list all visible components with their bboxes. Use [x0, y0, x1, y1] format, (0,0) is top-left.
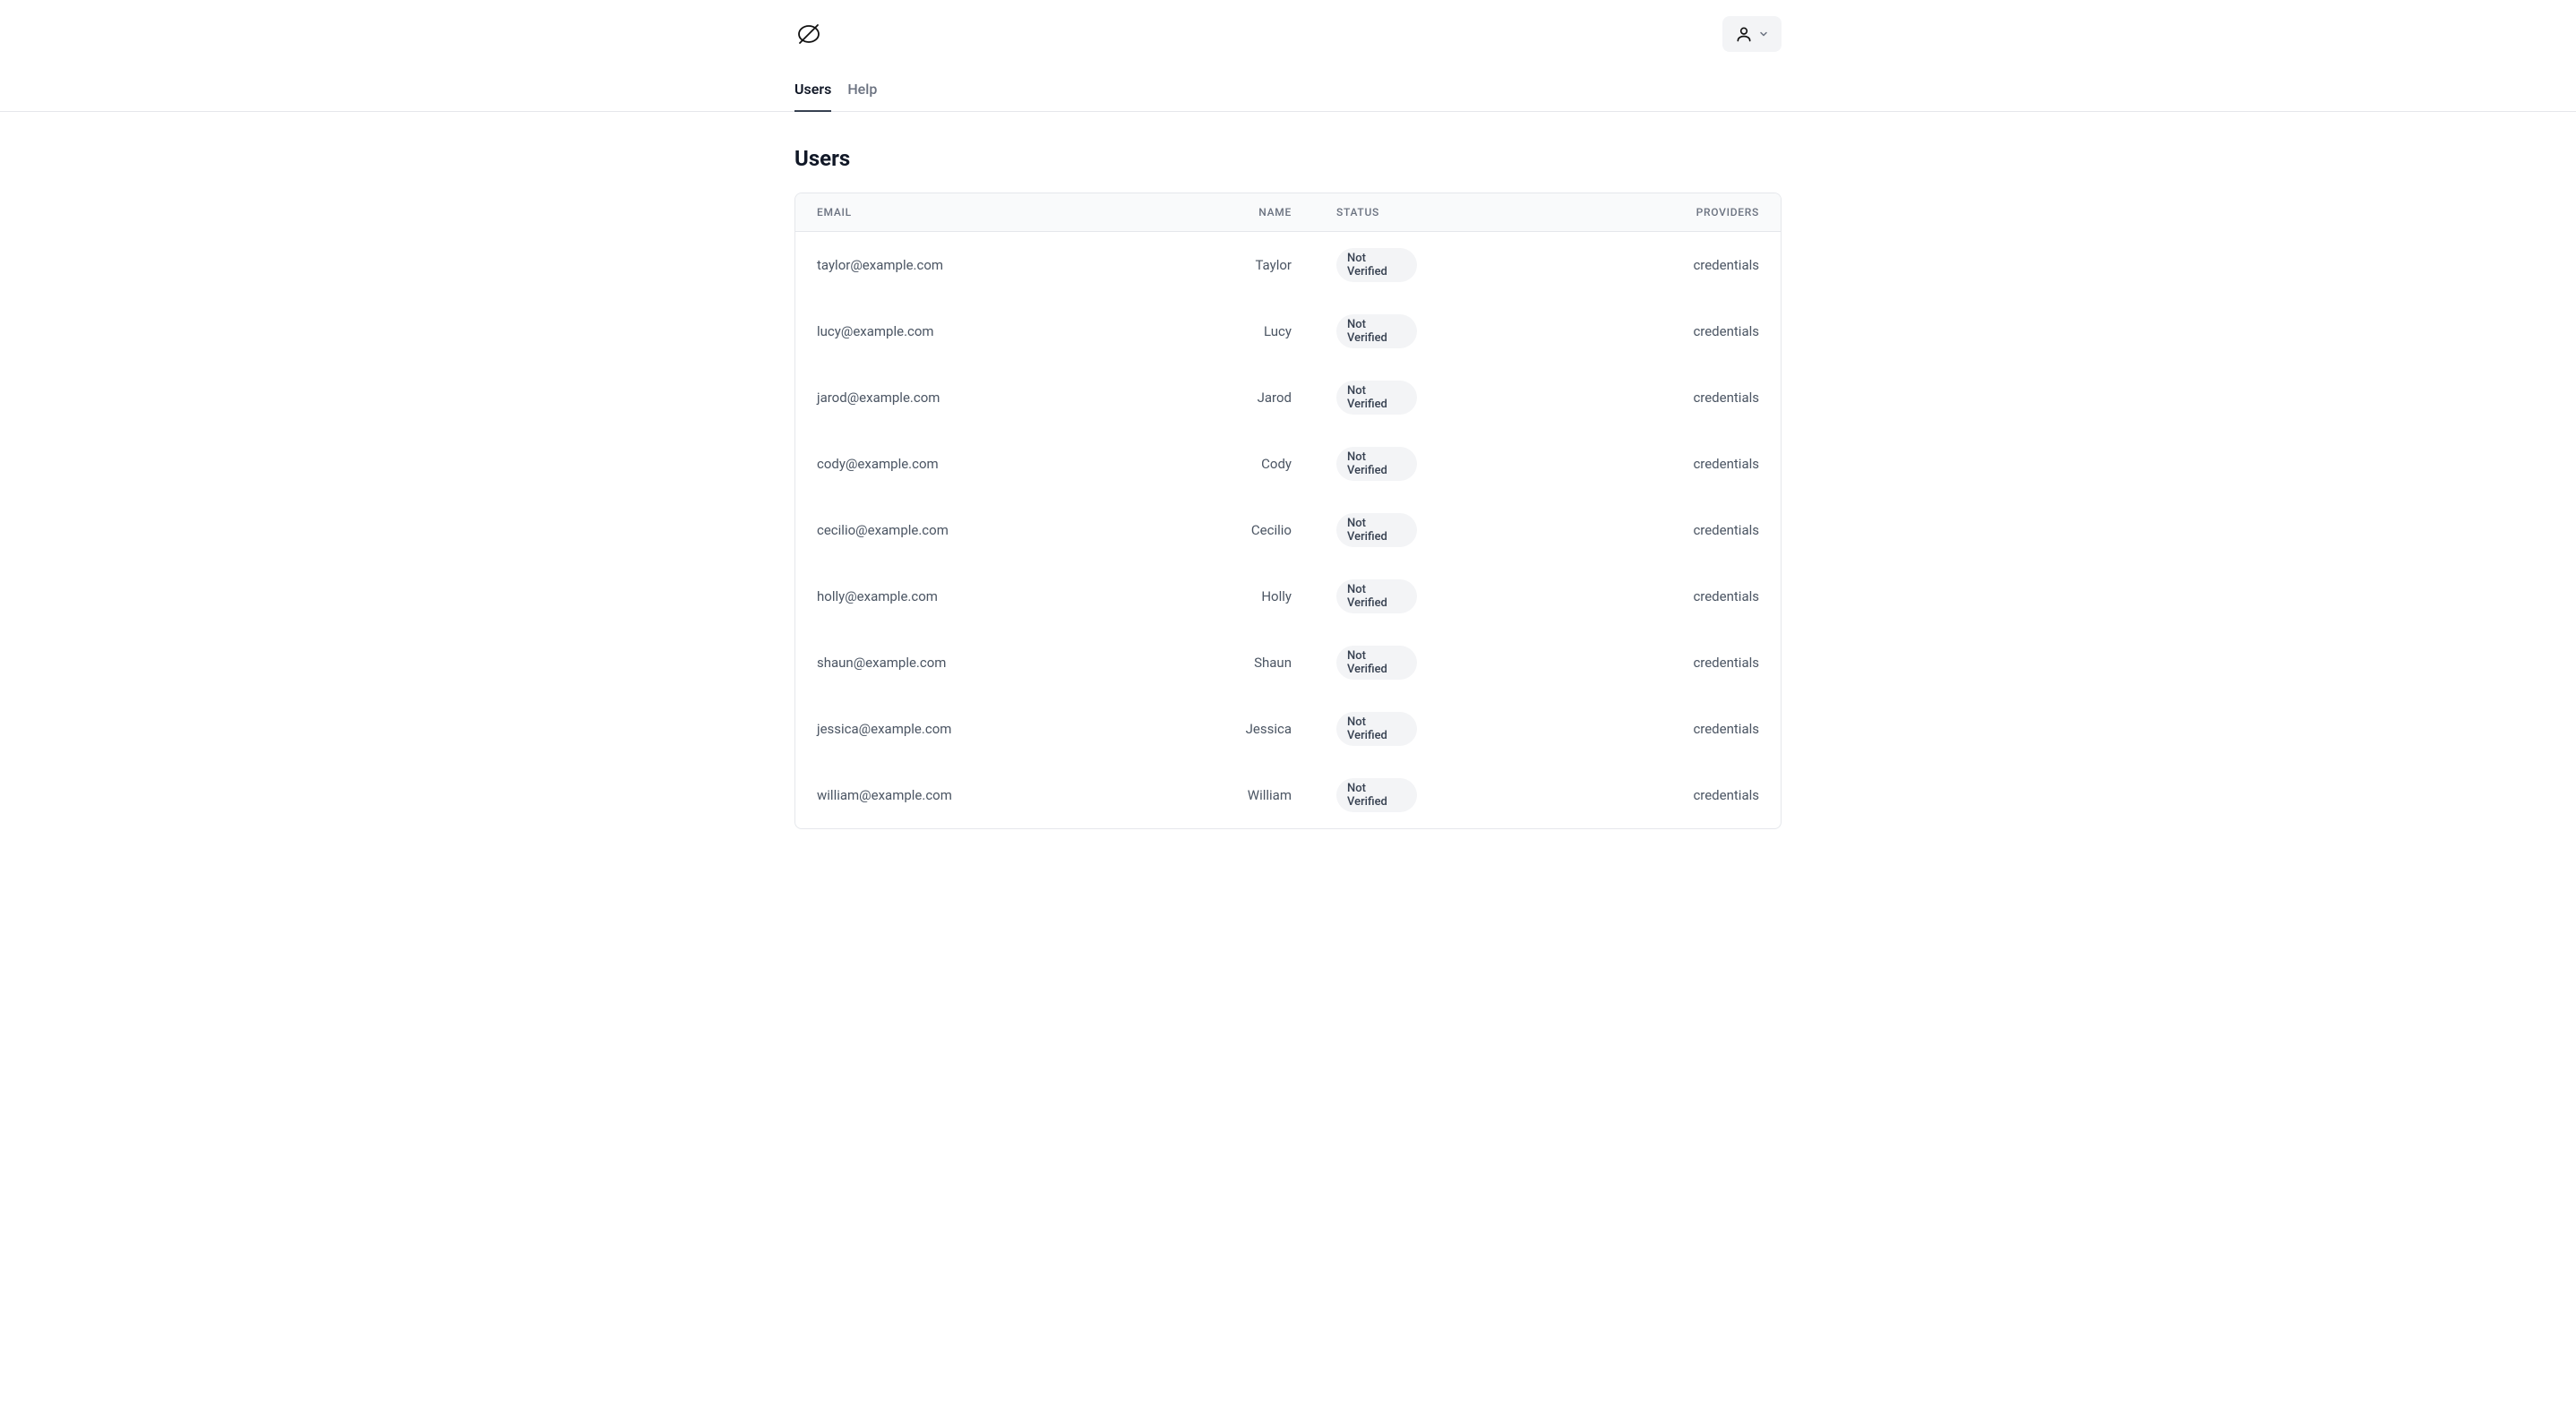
cell-status: Not Verified: [1292, 712, 1417, 746]
cell-name: Jessica: [1193, 721, 1292, 737]
column-header-providers[interactable]: Providers: [1417, 206, 1759, 218]
table-row[interactable]: jessica@example.comJessica Not Verifiedcr…: [795, 696, 1781, 762]
column-header-status[interactable]: Status: [1292, 206, 1417, 218]
cell-providers: credentials: [1417, 257, 1759, 273]
table-row[interactable]: cecilio@example.comCecilio Not Verifiedcr…: [795, 497, 1781, 563]
status-badge: Not Verified: [1336, 248, 1417, 282]
cell-name: Cody: [1193, 456, 1292, 472]
cell-status: Not Verified: [1292, 646, 1417, 680]
cell-status: Not Verified: [1292, 447, 1417, 481]
table-row[interactable]: jarod@example.comJarod Not Verifiedcreden…: [795, 364, 1781, 431]
status-badge: Not Verified: [1336, 778, 1417, 812]
cell-providers: credentials: [1417, 655, 1759, 671]
tab-help[interactable]: Help: [847, 81, 877, 112]
cell-providers: credentials: [1417, 588, 1759, 604]
cell-email: jessica@example.com: [817, 721, 1193, 737]
status-badge: Not Verified: [1336, 381, 1417, 415]
table-row[interactable]: holly@example.comHolly Not Verifiedcreden…: [795, 563, 1781, 630]
cell-name: Shaun: [1193, 655, 1292, 671]
cell-email: cody@example.com: [817, 456, 1193, 472]
cell-providers: credentials: [1417, 390, 1759, 406]
user-icon: [1735, 25, 1753, 43]
user-menu-button[interactable]: [1722, 16, 1782, 52]
cell-providers: credentials: [1417, 522, 1759, 538]
cell-name: Taylor: [1193, 257, 1292, 273]
table-row[interactable]: william@example.comWilliam Not Verifiedcr…: [795, 762, 1781, 828]
cell-name: Holly: [1193, 588, 1292, 604]
cell-providers: credentials: [1417, 323, 1759, 339]
cell-status: Not Verified: [1292, 513, 1417, 547]
cell-name: Jarod: [1193, 390, 1292, 406]
app-logo[interactable]: [794, 21, 823, 47]
cell-status: Not Verified: [1292, 248, 1417, 282]
table-row[interactable]: taylor@example.comTaylor Not Verifiedcred…: [795, 232, 1781, 298]
chevron-down-icon: [1758, 29, 1769, 39]
status-badge: Not Verified: [1336, 579, 1417, 613]
table-body: taylor@example.comTaylorNot Verifiedcred…: [795, 232, 1781, 828]
column-header-email[interactable]: Email: [817, 206, 1193, 218]
cell-email: cecilio@example.com: [817, 522, 1193, 538]
nav-tabs: Users Help: [794, 81, 1782, 111]
cell-email: shaun@example.com: [817, 655, 1193, 671]
status-badge: Not Verified: [1336, 712, 1417, 746]
table-row[interactable]: cody@example.comCody Not Verifiedcredenti…: [795, 431, 1781, 497]
status-badge: Not Verified: [1336, 646, 1417, 680]
column-header-name[interactable]: Name: [1193, 206, 1292, 218]
cell-status: Not Verified: [1292, 778, 1417, 812]
cell-status: Not Verified: [1292, 314, 1417, 348]
cell-email: jarod@example.com: [817, 390, 1193, 406]
table-row[interactable]: shaun@example.comShaun Not Verifiedcreden…: [795, 630, 1781, 696]
table-row[interactable]: lucy@example.comLucy Not Verifiedcredenti…: [795, 298, 1781, 364]
cell-status: Not Verified: [1292, 381, 1417, 415]
users-table: Email Name Status Providers taylor@examp…: [794, 193, 1782, 829]
cell-email: william@example.com: [817, 787, 1193, 803]
cell-name: Lucy: [1193, 323, 1292, 339]
cell-providers: credentials: [1417, 456, 1759, 472]
cell-status: Not Verified: [1292, 579, 1417, 613]
cell-name: William: [1193, 787, 1292, 803]
page-title: Users: [794, 146, 1782, 171]
cell-providers: credentials: [1417, 721, 1759, 737]
cell-name: Cecilio: [1193, 522, 1292, 538]
cell-email: taylor@example.com: [817, 257, 1193, 273]
status-badge: Not Verified: [1336, 314, 1417, 348]
cell-providers: credentials: [1417, 787, 1759, 803]
cell-email: holly@example.com: [817, 588, 1193, 604]
cell-email: lucy@example.com: [817, 323, 1193, 339]
status-badge: Not Verified: [1336, 513, 1417, 547]
tab-users[interactable]: Users: [794, 81, 831, 112]
status-badge: Not Verified: [1336, 447, 1417, 481]
table-header: Email Name Status Providers: [795, 193, 1781, 232]
